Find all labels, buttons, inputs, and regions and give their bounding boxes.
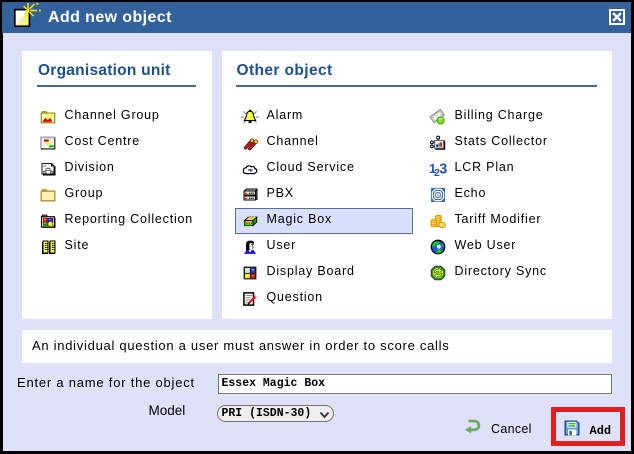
svg-text:3: 3	[439, 162, 447, 178]
